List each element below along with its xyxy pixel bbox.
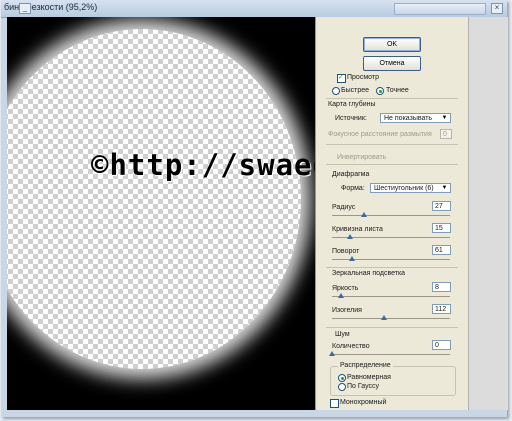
gaussian-label: По Гауссу [347,383,380,390]
preview-canvas[interactable]: ©http://swaego.ru [7,17,315,410]
source-select-value: Не показывать [384,115,433,122]
rotation-slider[interactable] [332,256,450,261]
invert-label: Инвертировать [337,154,387,161]
source-select[interactable]: Не показывать ▼ [380,113,451,123]
shape-select-value: Шестиугольник (6) [374,185,434,192]
source-label: Источник: [335,115,367,122]
curvature-slider[interactable] [332,234,450,239]
monochrome-label: Монохромный [340,399,387,406]
uniform-label: Равномерная [347,374,391,381]
rotation-slider-thumb[interactable] [349,256,356,261]
noise-title: Шум [335,331,350,338]
fast-radio[interactable] [332,87,340,95]
amount-input[interactable]: 0 [432,340,451,350]
distribution-title: Распределение [338,362,393,369]
iris-title: Диафрагма [332,171,370,178]
highlight-title: Зеркальная подсветка [332,270,406,277]
brightness-input[interactable]: 8 [432,282,451,292]
threshold-label: Изогелия [332,307,362,314]
preview-label: Просмотр [347,74,379,81]
radius-input[interactable]: 27 [432,201,451,211]
close-icon[interactable]: × [491,3,503,14]
radius-slider-thumb[interactable] [360,212,367,217]
uniform-radio[interactable] [338,374,346,382]
amount-slider-thumb[interactable] [329,351,335,356]
precise-radio[interactable] [376,87,384,95]
radius-label: Радиус [332,204,356,211]
title-bar[interactable]: бине резкости (95,2%) _ × [1,0,507,18]
preview-checkbox[interactable] [337,73,346,83]
monochrome-checkbox[interactable] [330,399,339,408]
shape-select[interactable]: Шестиугольник (6) ▼ [370,183,451,193]
watermark-text: ©http://swaego.ru [91,148,315,182]
minimize-icon[interactable]: _ [19,3,31,14]
chevron-down-icon: ▼ [441,115,448,121]
rotation-input[interactable]: 61 [432,245,451,255]
divider [326,98,458,99]
threshold-input[interactable]: 112 [432,304,451,314]
divider [326,144,458,145]
curvature-label: Кривизна листа [332,226,383,233]
curvature-input[interactable]: 15 [432,223,451,233]
title-bar-blank-field [394,3,486,15]
brightness-label: Яркость [332,285,359,292]
depth-map-title: Карта глубины [328,101,376,108]
chevron-down-icon: ▼ [441,185,448,191]
amount-slider[interactable] [329,351,450,356]
bokeh-disc [7,29,301,369]
threshold-slider-thumb[interactable] [380,315,387,320]
divider [326,267,458,268]
cancel-button[interactable]: Отмена [363,56,421,71]
rotation-label: Поворот [332,248,360,255]
brightness-slider-thumb[interactable] [338,293,345,298]
threshold-slider[interactable] [332,315,450,320]
settings-panel: OK Отмена Просмотр Быстрее Точнее Карта … [315,17,469,410]
brightness-slider[interactable] [332,293,450,298]
radius-slider[interactable] [332,212,450,217]
fast-label: Быстрее [341,87,370,94]
gaussian-radio[interactable] [338,383,346,391]
shape-label: Форма: [341,185,365,192]
divider [326,327,458,328]
background-window-strip [468,17,508,410]
ok-button[interactable]: OK [363,37,421,52]
distribution-group [330,366,456,396]
precise-label: Точнее [386,87,409,94]
focal-distance-label: Фокусное расстояние размытия [328,131,432,138]
dialog-window: бине резкости (95,2%) _ × ©http://swaego… [1,0,508,417]
window-title: бине резкости (95,2%) [4,2,98,12]
divider [326,164,458,165]
amount-label: Количество [332,343,370,350]
curvature-slider-thumb[interactable] [346,234,353,239]
focal-distance-input[interactable]: 0 [440,129,452,139]
